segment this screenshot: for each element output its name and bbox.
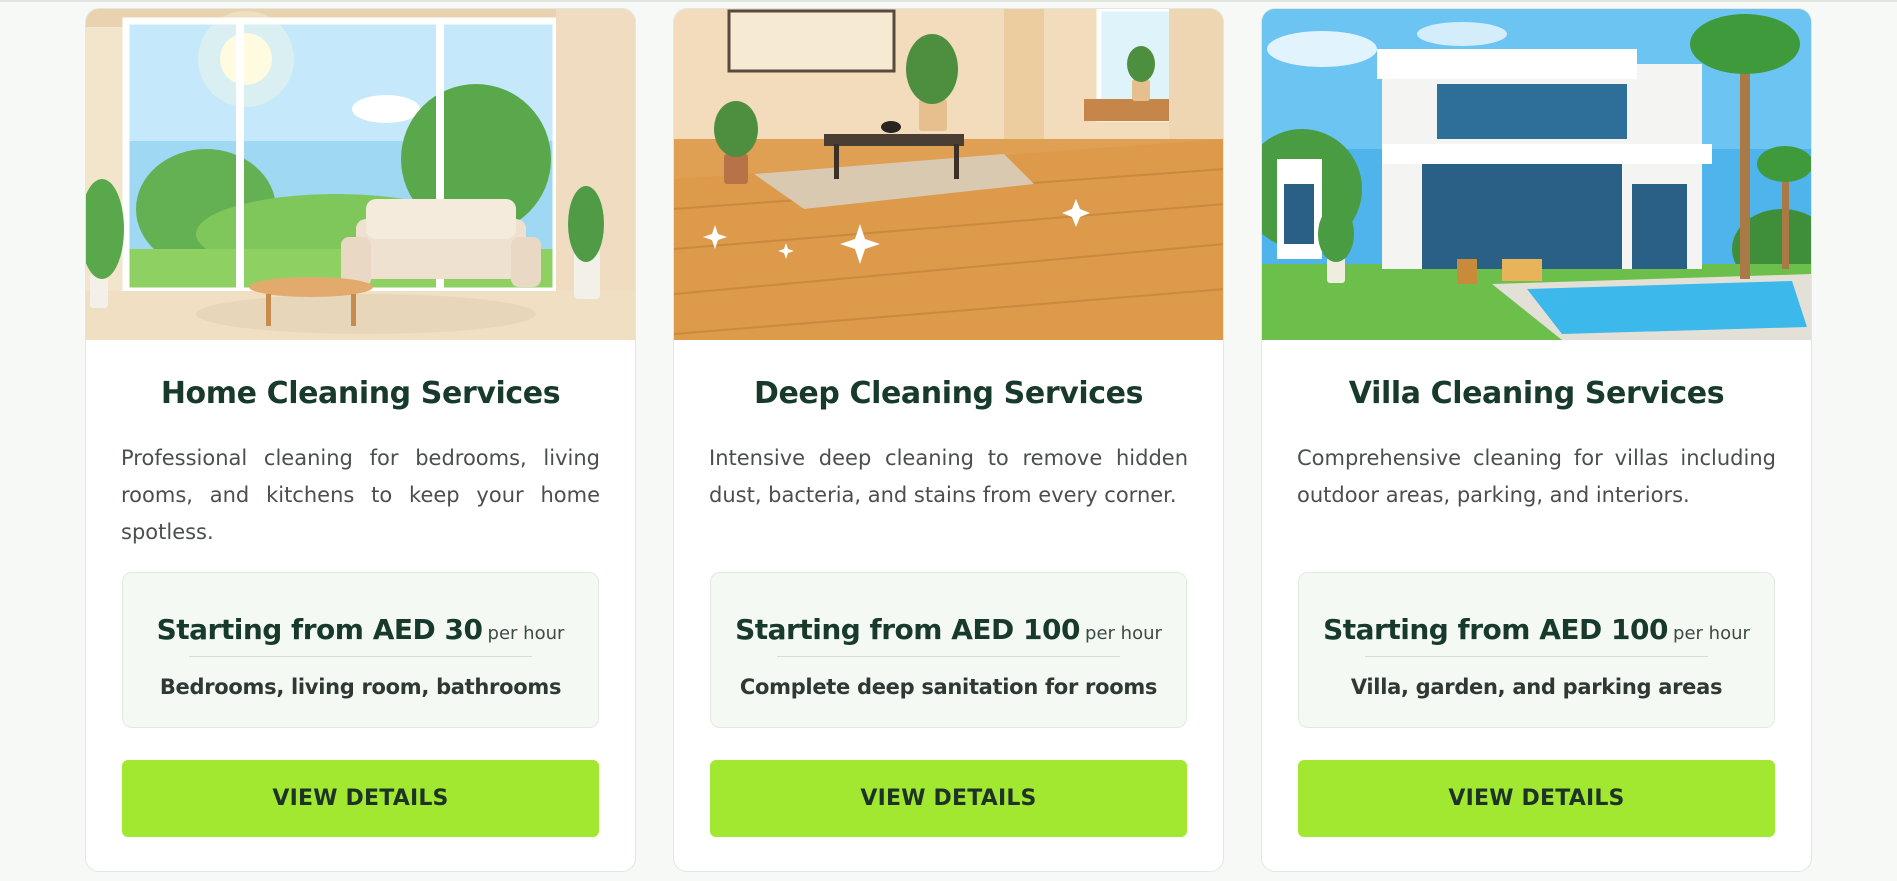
price-amount: Starting from AED 100: [735, 613, 1080, 646]
card-description: Comprehensive cleaning for villas includ…: [1297, 446, 1776, 507]
price-note: Complete deep sanitation for rooms: [739, 675, 1158, 699]
card-title: Deep Cleaning Services: [753, 376, 1144, 411]
view-details-button[interactable]: VIEW DETAILS: [1298, 760, 1775, 837]
price-divider: [189, 656, 532, 657]
price-box: Starting from AED 100 per hour Villa, ga…: [1298, 572, 1775, 728]
card-description: Intensive deep cleaning to remove hidden…: [709, 446, 1188, 507]
services-grid: Home Cleaning Services Professional clea…: [85, 8, 1812, 872]
view-details-button[interactable]: VIEW DETAILS: [710, 760, 1187, 837]
service-card-deep: Deep Cleaning Services Intensive deep cl…: [673, 8, 1224, 872]
card-title: Villa Cleaning Services: [1348, 376, 1725, 411]
service-card-home: Home Cleaning Services Professional clea…: [85, 8, 636, 872]
card-description: Professional cleaning for bedrooms, livi…: [121, 446, 600, 544]
service-card-villa: Villa Cleaning Services Comprehensive cl…: [1261, 8, 1812, 872]
villa-cleaning-illustration: [1262, 9, 1811, 340]
price-unit: per hour: [1673, 623, 1750, 644]
top-divider: [0, 0, 1897, 2]
price-unit: per hour: [1085, 623, 1162, 644]
price-amount: Starting from AED 30: [156, 613, 483, 646]
price-divider: [777, 656, 1120, 657]
deep-cleaning-illustration: [674, 9, 1223, 340]
price-unit: per hour: [487, 623, 565, 644]
price-note: Villa, garden, and parking areas: [1350, 675, 1723, 699]
price-line: Starting from AED 30 per hour: [123, 613, 598, 646]
price-divider: [1365, 656, 1708, 657]
price-note: Bedrooms, living room, bathrooms: [159, 675, 562, 699]
price-box: Starting from AED 30 per hour Bedrooms, …: [122, 572, 599, 728]
price-line: Starting from AED 100 per hour: [711, 613, 1186, 646]
price-line: Starting from AED 100 per hour: [1299, 613, 1774, 646]
price-amount: Starting from AED 100: [1323, 613, 1668, 646]
price-box: Starting from AED 100 per hour Complete …: [710, 572, 1187, 728]
card-title: Home Cleaning Services: [160, 376, 561, 411]
home-cleaning-illustration: [86, 9, 635, 340]
view-details-button[interactable]: VIEW DETAILS: [122, 760, 599, 837]
